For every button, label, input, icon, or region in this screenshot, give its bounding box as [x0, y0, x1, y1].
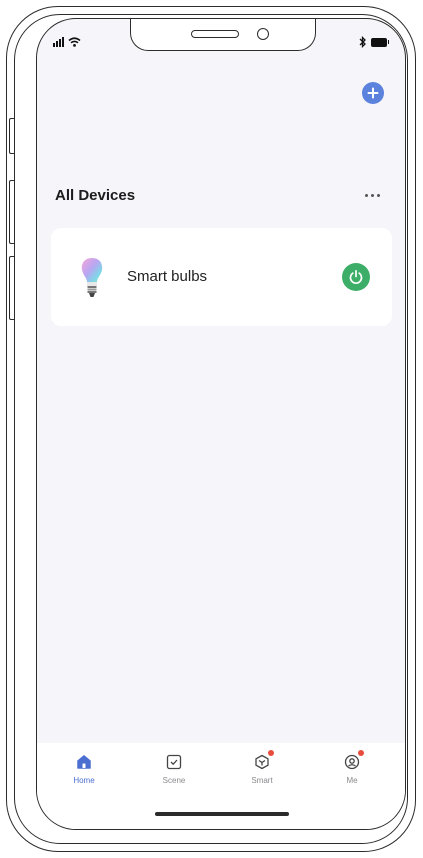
tab-label: Me [346, 776, 358, 785]
app-screen: All Devices Smart bulbs Home Scene Smart… [36, 18, 406, 830]
speaker [191, 30, 239, 38]
add-device-button[interactable] [362, 82, 384, 104]
front-camera [257, 28, 269, 40]
tab-label: Smart [251, 776, 273, 785]
home-icon [75, 753, 93, 771]
home-indicator[interactable] [155, 812, 289, 816]
all-devices-title: All Devices [55, 187, 136, 204]
volume-up-button [9, 180, 14, 244]
plus-icon [367, 87, 379, 99]
wifi-icon [68, 37, 81, 47]
tab-scene[interactable]: Scene [144, 753, 204, 785]
notch [130, 19, 316, 51]
tab-home[interactable]: Home [54, 753, 114, 785]
notification-badge [358, 750, 364, 756]
checkbox-icon [165, 753, 183, 771]
bottom-tab-bar: Home Scene Smart Me [37, 743, 405, 829]
profile-icon [343, 750, 364, 771]
volume-down-button [9, 256, 14, 320]
bluetooth-icon [359, 36, 366, 48]
status-bar-left [53, 37, 81, 47]
bulb-icon [81, 258, 103, 297]
power-icon [349, 269, 363, 284]
cellular-signal-icon [53, 37, 64, 47]
ellipsis-dot [365, 193, 368, 197]
tab-me[interactable]: Me [322, 750, 382, 785]
ellipsis-dot [371, 193, 374, 197]
device-name: Smart bulbs [127, 268, 208, 285]
tab-label: Scene [162, 776, 186, 785]
status-bar-right [359, 36, 389, 48]
tab-label: Home [73, 776, 95, 785]
notification-badge [268, 750, 274, 756]
mute-switch [9, 118, 14, 154]
device-card-smart-bulbs[interactable]: Smart bulbs [51, 228, 392, 326]
battery-icon [370, 37, 389, 47]
cube-icon [253, 750, 274, 771]
tab-smart[interactable]: Smart [232, 750, 292, 785]
more-options-button[interactable] [365, 189, 385, 201]
power-toggle-button[interactable] [342, 263, 370, 291]
ellipsis-dot [377, 193, 380, 197]
